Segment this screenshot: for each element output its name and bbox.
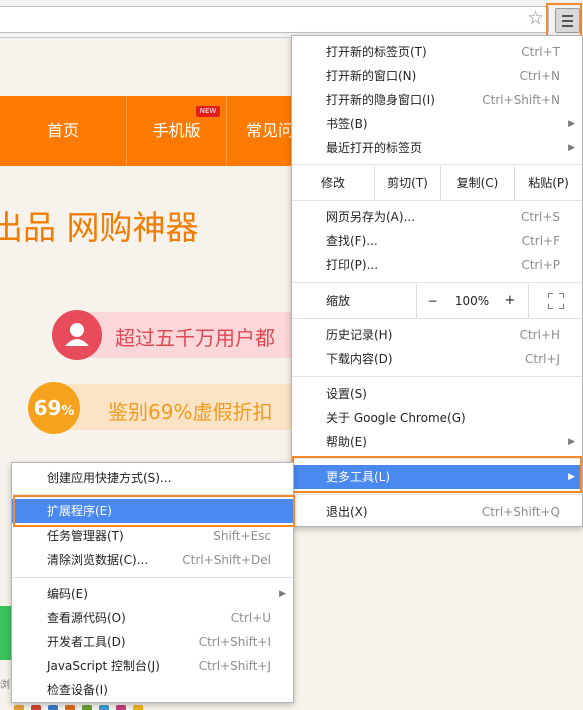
submenu-item-devtools[interactable]: 开发者工具(D) Ctrl+Shift+I — [12, 630, 293, 654]
small-text: 浏 — [0, 680, 10, 691]
chevron-right-icon: ▶ — [279, 589, 286, 599]
percent-badge: 69% — [28, 382, 80, 434]
hamburger-icon — [562, 15, 573, 17]
hero-title: 出品 网购神器 — [0, 208, 199, 247]
paste-button[interactable]: 粘贴(P) — [514, 166, 582, 200]
menu-item-recent-tabs[interactable]: 最近打开的标签页 ▶ — [292, 136, 582, 160]
address-bar[interactable] — [0, 6, 549, 33]
menu-item-new-window[interactable]: 打开新的窗口(N) Ctrl+N — [292, 64, 582, 88]
divider — [12, 577, 293, 578]
chevron-right-icon: ▶ — [568, 437, 575, 447]
menu-item-save-page[interactable]: 网页另存为(A)... Ctrl+S — [292, 205, 582, 229]
submenu-item-clear-data[interactable]: 清除浏览数据(C)... Ctrl+Shift+Del — [12, 548, 293, 572]
menu-item-more-tools[interactable]: 更多工具(L) ▶ — [292, 465, 582, 489]
site-nav: 首页 手机版 常见问 NEW — [0, 96, 300, 166]
divider — [292, 458, 582, 459]
submenu-item-view-source[interactable]: 查看源代码(O) Ctrl+U — [12, 606, 293, 630]
divider — [12, 494, 293, 495]
submenu-item-js-console[interactable]: JavaScript 控制台(J) Ctrl+Shift+J — [12, 654, 293, 678]
submenu-item-encoding[interactable]: 编码(E) ▶ — [12, 582, 293, 606]
copy-button[interactable]: 复制(C) — [440, 166, 514, 200]
submenu-item-create-shortcut[interactable]: 创建应用快捷方式(S)... — [12, 466, 293, 490]
submenu-item-inspect-devices[interactable]: 检查设备(I) — [12, 678, 293, 702]
menu-item-history[interactable]: 历史记录(H) Ctrl+H — [292, 323, 582, 347]
menu-item-about[interactable]: 关于 Google Chrome(G) — [292, 406, 582, 430]
divider — [292, 494, 582, 495]
chevron-right-icon: ▶ — [568, 472, 575, 482]
chrome-menu: 打开新的标签页(T) Ctrl+T 打开新的窗口(N) Ctrl+N 打开新的隐身窗… — [291, 35, 583, 527]
zoom-row: 缩放 − 100% + — [292, 284, 582, 318]
zoom-in-button[interactable]: + — [496, 284, 524, 318]
edit-row: 修改 剪切(T) 复制(C) 粘贴(P) — [292, 166, 582, 200]
chrome-menu-button[interactable] — [555, 8, 580, 33]
more-tools-submenu: 创建应用快捷方式(S)... 扩展程序(E) 任务管理器(T) Shift+Esc… — [11, 462, 294, 703]
divider — [292, 200, 582, 201]
zoom-out-button[interactable]: − — [416, 284, 448, 318]
browser-toolbar: ☆ — [0, 0, 583, 38]
new-badge: NEW — [196, 106, 220, 117]
menu-item-print[interactable]: 打印(P)... Ctrl+P — [292, 253, 582, 277]
menu-item-bookmarks[interactable]: 书签(B) ▶ — [292, 112, 582, 136]
divider — [292, 164, 582, 165]
menu-item-exit[interactable]: 退出(X) Ctrl+Shift+Q — [292, 500, 582, 524]
feature-text-1: 超过五千万用户都 — [115, 326, 275, 350]
nav-home[interactable]: 首页 — [0, 96, 127, 166]
submenu-item-task-manager[interactable]: 任务管理器(T) Shift+Esc — [12, 524, 293, 548]
zoom-label: 缩放 — [326, 294, 351, 308]
submenu-item-extensions[interactable]: 扩展程序(E) — [12, 499, 293, 523]
chevron-right-icon: ▶ — [568, 143, 575, 153]
nav-faq[interactable]: 常见问 — [227, 96, 300, 166]
menu-item-find[interactable]: 查找(F)... Ctrl+F — [292, 229, 582, 253]
menu-item-settings[interactable]: 设置(S) — [292, 382, 582, 406]
divider — [292, 376, 582, 377]
fullscreen-icon — [548, 293, 564, 309]
menu-item-downloads[interactable]: 下载内容(D) Ctrl+J — [292, 347, 582, 371]
edit-label: 修改 — [320, 176, 345, 190]
chevron-right-icon: ▶ — [568, 119, 575, 129]
menu-item-help[interactable]: 帮助(E) ▶ — [292, 430, 582, 454]
menu-item-new-tab[interactable]: 打开新的标签页(T) Ctrl+T — [292, 40, 582, 64]
divider — [292, 318, 582, 319]
cut-button[interactable]: 剪切(T) — [374, 166, 440, 200]
star-icon[interactable]: ☆ — [527, 8, 547, 28]
divider — [292, 282, 582, 283]
user-icon — [52, 310, 102, 360]
feature-text-2: 鉴别69%虚假折扣 — [108, 400, 273, 424]
zoom-level: 100% — [454, 294, 490, 308]
menu-item-incognito[interactable]: 打开新的隐身窗口(I) Ctrl+Shift+N — [292, 88, 582, 112]
